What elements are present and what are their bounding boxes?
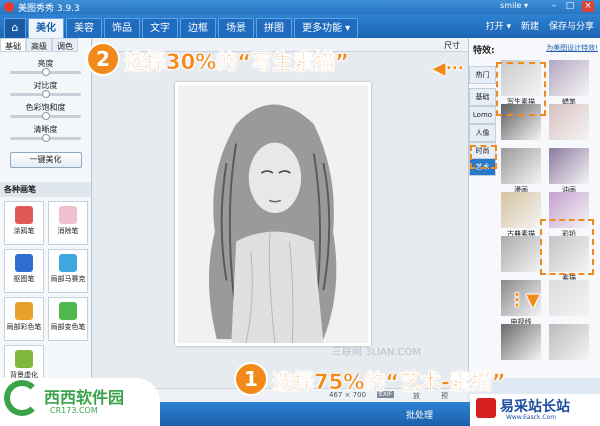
home-icon[interactable]: ⌂ — [4, 18, 26, 38]
brush-tool-icon — [15, 302, 33, 320]
brush-tool-icon — [15, 350, 33, 368]
effect-category-2[interactable]: Lomo — [469, 106, 496, 124]
effect-category-1[interactable]: 基础 — [469, 88, 496, 106]
effect-thumb-image — [501, 192, 541, 228]
app-logo-icon — [4, 2, 14, 12]
step1-annotation: 选择75%的“艺术-素描” — [272, 370, 506, 395]
effect-thumb-4[interactable]: 漫画 — [501, 148, 541, 194]
brush-tool-1[interactable]: 消除笔 — [48, 201, 88, 245]
brush-tool-icon — [59, 254, 77, 272]
highlight-sketch-thumb — [496, 62, 546, 116]
highlight-pencil-thumb — [540, 219, 594, 275]
effect-thumb-image — [549, 148, 589, 184]
easck-url: Www.Easck.Com — [506, 414, 557, 421]
cr173-url: CR173.COM — [50, 406, 98, 415]
step2-badge: 2 — [88, 44, 118, 74]
brush-tool-icon — [59, 206, 77, 224]
brush-tool-label: 涂鸦笔 — [13, 227, 35, 235]
tab-beauty[interactable]: 美容 — [66, 18, 102, 38]
adjust-panel: 基础 高级 调色 亮度 对比度 色彩饱和度 清晰度 一键美化 各种画笔 涂鸦笔消… — [0, 38, 92, 389]
step1-badge: 1 — [236, 364, 266, 394]
easck-logo-icon — [476, 398, 496, 418]
effect-thumb-1[interactable]: 蜡笔 — [549, 60, 589, 106]
brush-tool-label: 局部彩色笔 — [6, 323, 42, 331]
contrast-slider[interactable] — [10, 90, 81, 98]
cr173-logo-icon — [4, 380, 40, 416]
brush-section-title: 各种画笔 — [0, 182, 91, 197]
effects-label: 特效: — [473, 46, 495, 56]
user-menu[interactable]: smile ▾ — [500, 1, 528, 10]
effect-thumb-image — [501, 148, 541, 184]
maximize-icon[interactable]: □ — [564, 1, 576, 12]
cr173-name: 西西软件园 — [44, 388, 125, 407]
minimize-icon[interactable]: – — [548, 1, 560, 12]
brush-tool-3[interactable]: 局部马赛克 — [48, 249, 88, 293]
brush-tool-label: 局部马赛克 — [50, 275, 86, 283]
brush-tool-label: 局部变色笔 — [50, 323, 86, 331]
effect-thumb-12[interactable] — [501, 324, 541, 370]
effect-thumb-3[interactable] — [549, 104, 589, 150]
brush-tool-label: 抠图笔 — [13, 275, 35, 283]
effect-thumb-8[interactable] — [501, 236, 541, 282]
sharpness-slider[interactable] — [10, 134, 81, 142]
tab-accessories[interactable]: 饰品 — [104, 18, 140, 38]
watermark-3lian: 三联网 3LIAN.COM — [332, 347, 422, 358]
batch-button[interactable]: 批处理 — [406, 408, 433, 421]
effect-thumb-image — [549, 60, 589, 96]
effect-thumb-image — [549, 280, 589, 316]
effect-category-0[interactable]: 热门 — [469, 66, 496, 84]
open-button[interactable]: 打开 ▾ — [486, 19, 511, 32]
subtab-basic[interactable]: 基础 — [0, 38, 26, 52]
brush-tool-icon — [15, 206, 33, 224]
main-menu: ⌂ 美化 美容 饰品 文字 边框 场景 拼图 更多功能 ▾ 打开 ▾ 新建 保存… — [0, 14, 600, 38]
size-button[interactable]: 尺寸 — [444, 40, 460, 51]
design-effect-link[interactable]: 为美图设计特效! — [546, 43, 598, 53]
close-icon[interactable]: × — [582, 1, 594, 12]
brush-tool-0[interactable]: 涂鸦笔 — [4, 201, 44, 245]
brush-tool-5[interactable]: 局部变色笔 — [48, 297, 88, 341]
effect-thumb-image — [549, 104, 589, 140]
effect-thumb-image — [501, 236, 541, 272]
effect-category-3[interactable]: 人像 — [469, 124, 496, 142]
saturation-slider[interactable] — [10, 112, 81, 120]
tab-beautify[interactable]: 美化 — [28, 18, 64, 38]
effect-thumb-image — [501, 324, 541, 360]
new-button[interactable]: 新建 — [521, 19, 539, 32]
brightness-slider[interactable] — [10, 68, 81, 76]
effect-thumb-6[interactable]: 古典素描 — [501, 192, 541, 238]
tab-more[interactable]: 更多功能 ▾ — [294, 18, 359, 38]
brush-tool-icon — [15, 254, 33, 272]
canvas-area — [93, 52, 468, 388]
effect-thumb-13[interactable] — [549, 324, 589, 370]
title-bar: 美图秀秀 3.9.3 smile ▾ – □ × — [0, 0, 600, 14]
cr173-watermark: 西西软件园 CR173.COM — [0, 378, 160, 426]
effect-thumb-image — [549, 324, 589, 360]
tab-text[interactable]: 文字 — [142, 18, 178, 38]
highlight-art-category — [470, 145, 497, 169]
easck-name: 易采站长站 — [500, 399, 570, 415]
brush-tool-label: 消除笔 — [57, 227, 79, 235]
effect-thumb-11[interactable] — [549, 280, 589, 326]
arrow-to-sketch: ◀⋯ — [432, 58, 464, 80]
app-title: 美图秀秀 3.9.3 — [18, 3, 80, 14]
subtab-color[interactable]: 调色 — [52, 38, 78, 52]
tab-collage[interactable]: 拼图 — [256, 18, 292, 38]
step2-annotation: 选择30%的“写生素描” — [124, 50, 349, 75]
arrow-up-to-sketch: ⋮▼ — [508, 290, 540, 312]
effect-thumb-5[interactable]: 油画 — [549, 148, 589, 194]
subtab-advanced[interactable]: 高级 — [26, 38, 52, 52]
brush-tool-2[interactable]: 抠图笔 — [4, 249, 44, 293]
easck-watermark: 易采站长站 Www.Easck.Com — [470, 394, 600, 426]
brush-tool-icon — [59, 302, 77, 320]
edited-photo[interactable] — [175, 82, 371, 346]
save-share-button[interactable]: 保存与分享 — [549, 19, 594, 32]
one-key-beautify-button[interactable]: 一键美化 — [9, 152, 82, 168]
brush-tool-4[interactable]: 局部彩色笔 — [4, 297, 44, 341]
tab-scene[interactable]: 场景 — [218, 18, 254, 38]
tab-border[interactable]: 边框 — [180, 18, 216, 38]
